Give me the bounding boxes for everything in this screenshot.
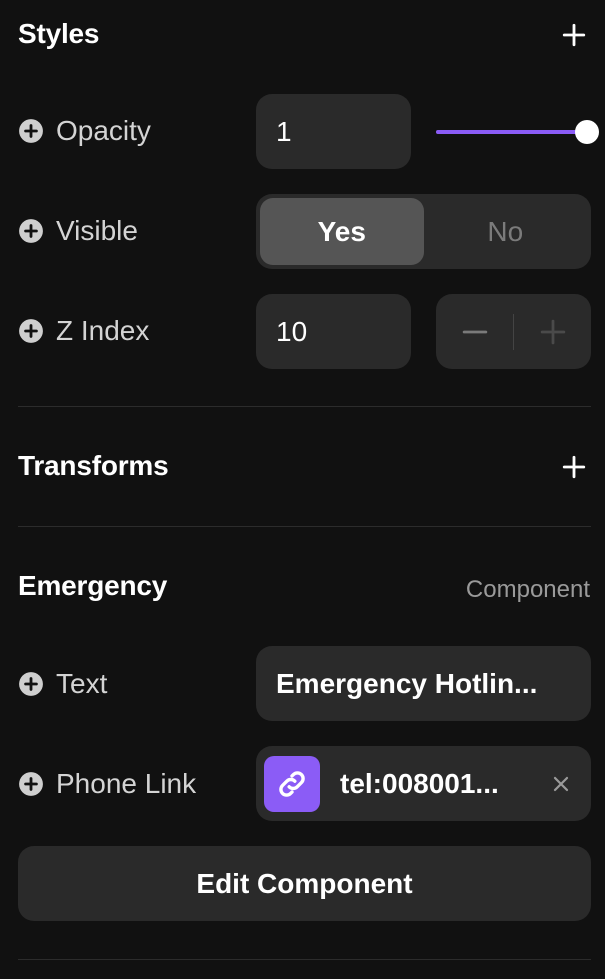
phone-link-value: tel:008001... [340, 767, 499, 799]
text-row-label[interactable]: Text [18, 667, 107, 701]
transforms-section-title: Transforms [18, 450, 169, 481]
component-tag: Component [465, 576, 590, 603]
slider-thumb[interactable] [575, 120, 599, 144]
visible-toggle: Yes No [256, 194, 591, 269]
text-label: Text [56, 668, 108, 699]
phone-link-label: Phone Link [56, 768, 197, 799]
plus-circle-icon [19, 119, 43, 143]
edit-component-button[interactable]: Edit Component [18, 846, 591, 921]
visible-row-label[interactable]: Visible [18, 214, 138, 248]
z-index-row-label[interactable]: Z Index [18, 314, 149, 348]
plus-circle-icon [19, 319, 43, 343]
opacity-row-label[interactable]: Opacity [18, 114, 151, 148]
add-transform-button[interactable] [559, 452, 589, 482]
plus-circle-icon [19, 772, 43, 796]
section-divider [18, 959, 591, 960]
section-divider [18, 526, 591, 527]
clear-link-button[interactable] [549, 772, 573, 796]
z-index-stepper [436, 294, 591, 369]
properties-panel: Styles Opacity 1 Visible Yes No Z Index … [0, 0, 605, 979]
add-style-button[interactable] [559, 20, 589, 50]
z-index-input[interactable]: 10 [256, 294, 411, 369]
emergency-section-title: Emergency [18, 570, 168, 601]
opacity-label: Opacity [56, 115, 151, 146]
styles-section-title: Styles [18, 18, 100, 49]
close-icon [553, 776, 569, 791]
plus-icon [562, 23, 586, 47]
visible-label: Visible [56, 215, 138, 246]
plus-icon [540, 319, 565, 344]
z-index-label: Z Index [56, 315, 150, 346]
decrement-button[interactable] [436, 294, 513, 369]
plus-icon [562, 455, 586, 479]
opacity-input[interactable]: 1 [256, 94, 411, 169]
link-icon [264, 755, 320, 812]
visible-yes-option[interactable]: Yes [260, 198, 424, 265]
slider-fill [436, 130, 591, 134]
minus-icon [462, 330, 487, 333]
plus-circle-icon [19, 672, 43, 696]
text-input[interactable]: Emergency Hotlin... [256, 646, 591, 721]
plus-circle-icon [19, 219, 43, 243]
opacity-slider[interactable] [436, 118, 599, 146]
phone-link-field[interactable]: tel:008001... [256, 746, 591, 821]
increment-button[interactable] [514, 294, 591, 369]
visible-no-option[interactable]: No [424, 198, 588, 265]
phone-link-row-label[interactable]: Phone Link [18, 767, 196, 801]
section-divider [18, 406, 591, 407]
